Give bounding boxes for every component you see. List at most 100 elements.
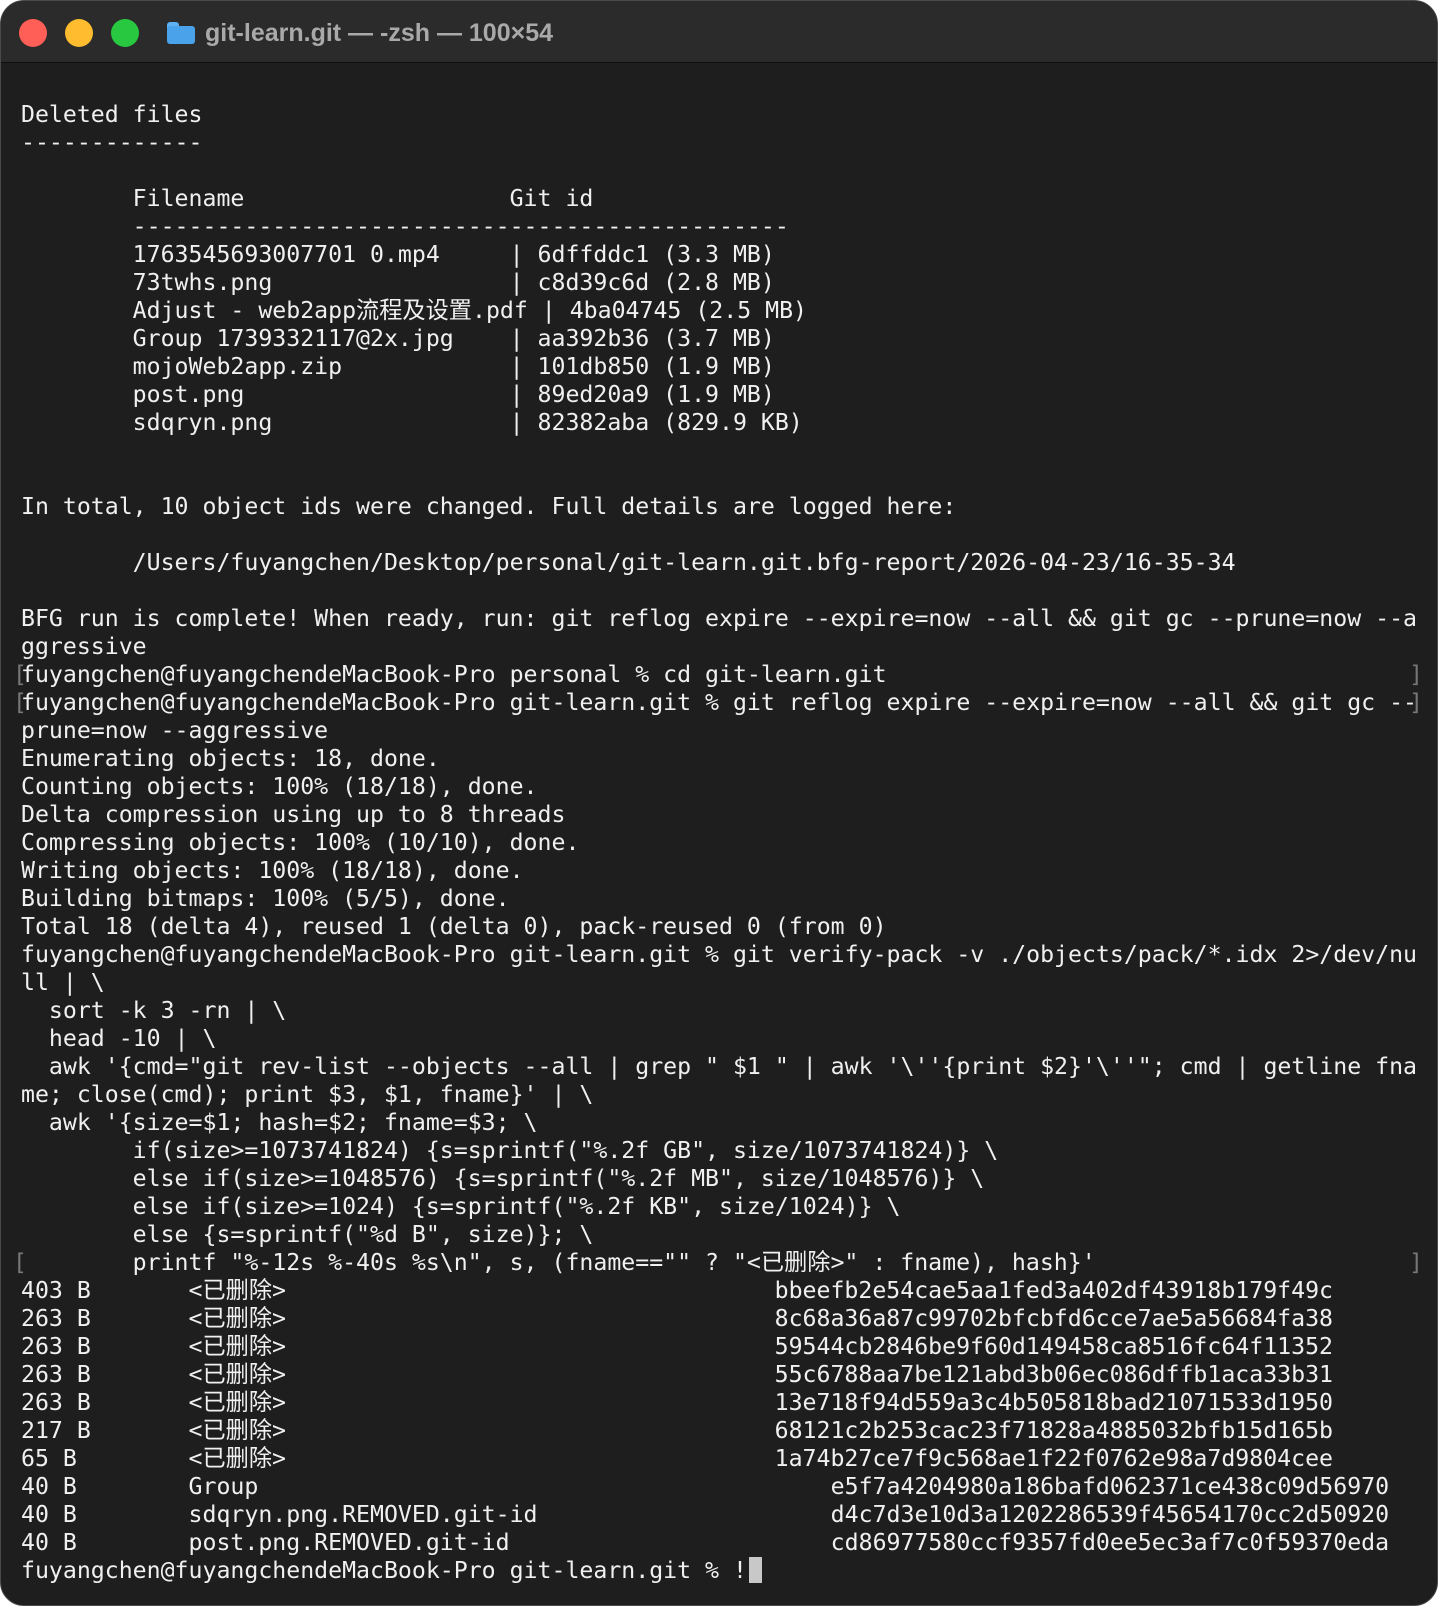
terminal-line: sdqryn.png | 82382aba (829.9 KB) <box>21 409 1423 437</box>
folder-icon <box>167 22 195 44</box>
terminal-output[interactable]: Deleted files ------------- Filename Git … <box>13 101 1423 1585</box>
terminal-line: Compressing objects: 100% (10/10), done. <box>21 829 1423 857</box>
terminal-line: 40 B post.png.REMOVED.git-id cd86977580c… <box>21 1529 1423 1557</box>
terminal-line-text: /Users/fuyangchen/Desktop/personal/git-l… <box>21 549 1236 576</box>
terminal-line-text: 40 B post.png.REMOVED.git-id cd86977580c… <box>21 1529 1390 1556</box>
terminal-line: fuyangchen@fuyangchendeMacBook-Pro git-l… <box>13 689 1423 717</box>
terminal-line-text: prune=now --aggressive <box>21 717 329 744</box>
terminal-line-text: BFG run is complete! When ready, run: gi… <box>21 605 1418 632</box>
terminal-line-text: Filename Git id <box>21 185 594 212</box>
terminal-line-text: 263 B <已删除> 8c68a36a87c99702bfcbfd6cce7a… <box>21 1305 1334 1332</box>
prompt-line[interactable]: fuyangchen@fuyangchendeMacBook-Pro git-l… <box>21 1557 1423 1585</box>
terminal-line-text: Deleted files <box>21 101 203 128</box>
terminal-line-text: Adjust - web2app流程及设置.pdf | 4ba04745 (2.… <box>21 297 808 324</box>
terminal-line-text: 1763545693007701 0.mp4 | 6dffddc1 (3.3 M… <box>21 241 775 268</box>
terminal-line-text: Compressing objects: 100% (10/10), done. <box>21 829 580 856</box>
terminal-line-text: sdqryn.png | 82382aba (829.9 KB) <box>21 409 803 436</box>
terminal-line-text: 65 B <已删除> 1a74b27ce7f9c568ae1f22f0762e9… <box>21 1445 1334 1472</box>
selection-bracket-left: [ <box>13 661 27 688</box>
terminal-line: head -10 | \ <box>21 1025 1423 1053</box>
terminal-line: awk '{cmd="git rev-list --objects --all … <box>21 1053 1423 1081</box>
terminal-line-text: In total, 10 object ids were changed. Fu… <box>21 493 957 520</box>
terminal-line-text: 73twhs.png | c8d39c6d (2.8 MB) <box>21 269 775 296</box>
terminal-line: 263 B <已删除> 59544cb2846be9f60d149458ca85… <box>21 1333 1423 1361</box>
terminal-line: /Users/fuyangchen/Desktop/personal/git-l… <box>21 549 1423 577</box>
terminal-line-text: fuyangchen@fuyangchendeMacBook-Pro git-l… <box>21 689 1418 716</box>
terminal-line-text: ------------- <box>21 129 203 156</box>
terminal-line-text: Group 1739332117@2x.jpg | aa392b36 (3.7 … <box>21 325 775 352</box>
terminal-line-text: else if(size>=1048576) {s=sprintf("%.2f … <box>21 1165 985 1192</box>
terminal-line-text: ll | \ <box>21 969 105 996</box>
terminal-line-text: ----------------------------------------… <box>21 213 789 240</box>
terminal-line: BFG run is complete! When ready, run: gi… <box>21 605 1423 633</box>
terminal-line: 263 B <已删除> 8c68a36a87c99702bfcbfd6cce7a… <box>21 1305 1423 1333</box>
terminal-line: prune=now --aggressive <box>21 717 1423 745</box>
terminal-line: Writing objects: 100% (18/18), done. <box>21 857 1423 885</box>
terminal-line-text: 40 B sdqryn.png.REMOVED.git-id d4c7d3e10… <box>21 1501 1390 1528</box>
title-bar[interactable]: git-learn.git — -zsh — 100×54 <box>1 1 1437 63</box>
close-button[interactable] <box>19 19 47 47</box>
terminal-line: me; close(cmd); print $3, $1, fname}' | … <box>21 1081 1423 1109</box>
terminal-line: else if(size>=1024) {s=sprintf("%.2f KB"… <box>21 1193 1423 1221</box>
text-cursor <box>748 1557 762 1583</box>
selection-bracket-left: [ <box>13 689 27 716</box>
terminal-line-text: else {s=sprintf("%d B", size)}; \ <box>21 1221 594 1248</box>
terminal-line: In total, 10 object ids were changed. Fu… <box>21 493 1423 521</box>
terminal-line-text: 40 B Group e5f7a4204980a186bafd062371ce4… <box>21 1473 1390 1500</box>
terminal-line: Group 1739332117@2x.jpg | aa392b36 (3.7 … <box>21 325 1423 353</box>
terminal-line: ------------- <box>21 129 1423 157</box>
terminal-line-text: 403 B <已删除> bbeefb2e54cae5aa1fed3a402df4… <box>21 1277 1334 1304</box>
selection-bracket-right: ] <box>1409 661 1423 688</box>
terminal-line-text: Counting objects: 100% (18/18), done. <box>21 773 538 800</box>
terminal-line: if(size>=1073741824) {s=sprintf("%.2f GB… <box>21 1137 1423 1165</box>
terminal-line: 217 B <已删除> 68121c2b253cac23f71828a48850… <box>21 1417 1423 1445</box>
minimize-button[interactable] <box>65 19 93 47</box>
terminal-line: 403 B <已删除> bbeefb2e54cae5aa1fed3a402df4… <box>21 1277 1423 1305</box>
terminal-line: else {s=sprintf("%d B", size)}; \ <box>21 1221 1423 1249</box>
terminal-line: Filename Git id <box>21 185 1423 213</box>
terminal-line: ----------------------------------------… <box>21 213 1423 241</box>
terminal-line: fuyangchen@fuyangchendeMacBook-Pro perso… <box>13 661 1423 689</box>
terminal-line: 73twhs.png | c8d39c6d (2.8 MB) <box>21 269 1423 297</box>
terminal-line: 1763545693007701 0.mp4 | 6dffddc1 (3.3 M… <box>21 241 1423 269</box>
terminal-line-text: Writing objects: 100% (18/18), done. <box>21 857 524 884</box>
terminal-line-text: 263 B <已删除> 55c6788aa7be121abd3b06ec086d… <box>21 1361 1334 1388</box>
terminal-line-text: mojoWeb2app.zip | 101db850 (1.9 MB) <box>21 353 775 380</box>
selection-bracket-right: ] <box>1409 1249 1423 1276</box>
terminal-line: 40 B sdqryn.png.REMOVED.git-id d4c7d3e10… <box>21 1501 1423 1529</box>
terminal-line: 40 B Group e5f7a4204980a186bafd062371ce4… <box>21 1473 1423 1501</box>
selection-bracket-right: ] <box>1409 689 1423 716</box>
maximize-button[interactable] <box>111 19 139 47</box>
terminal-line-text: me; close(cmd); print $3, $1, fname}' | … <box>21 1081 594 1108</box>
terminal-line-text: printf "%-12s %-40s %s\n", s, (fname==""… <box>21 1249 1096 1276</box>
terminal-line-text: awk '{cmd="git rev-list --objects --all … <box>21 1053 1418 1080</box>
terminal-line: Delta compression using up to 8 threads <box>21 801 1423 829</box>
terminal-line-text: head -10 | \ <box>21 1025 217 1052</box>
terminal-line-text: awk '{size=$1; hash=$2; fname=$3; \ <box>21 1109 538 1136</box>
terminal-line: Building bitmaps: 100% (5/5), done. <box>21 885 1423 913</box>
terminal-line-text: 217 B <已删除> 68121c2b253cac23f71828a48850… <box>21 1417 1334 1444</box>
prompt-text: fuyangchen@fuyangchendeMacBook-Pro git-l… <box>21 1557 747 1584</box>
terminal-line: ll | \ <box>21 969 1423 997</box>
terminal-line-text: fuyangchen@fuyangchendeMacBook-Pro git-l… <box>21 941 1418 968</box>
terminal-line-text: Total 18 (delta 4), reused 1 (delta 0), … <box>21 913 887 940</box>
terminal-line: awk '{size=$1; hash=$2; fname=$3; \ <box>21 1109 1423 1137</box>
window-title-group: git-learn.git — -zsh — 100×54 <box>167 16 553 50</box>
terminal-line: Enumerating objects: 18, done. <box>21 745 1423 773</box>
terminal-line: Deleted files <box>21 101 1423 129</box>
terminal-line: 65 B <已删除> 1a74b27ce7f9c568ae1f22f0762e9… <box>21 1445 1423 1473</box>
terminal-line-text: Delta compression using up to 8 threads <box>21 801 566 828</box>
terminal-line-text: if(size>=1073741824) {s=sprintf("%.2f GB… <box>21 1137 999 1164</box>
terminal-line-text: 263 B <已删除> 59544cb2846be9f60d149458ca85… <box>21 1333 1334 1360</box>
terminal-line-text: 263 B <已删除> 13e718f94d559a3c4b505818bad2… <box>21 1389 1334 1416</box>
window-title: git-learn.git — -zsh — 100×54 <box>205 18 554 47</box>
terminal-line: fuyangchen@fuyangchendeMacBook-Pro git-l… <box>21 941 1423 969</box>
terminal-line: mojoWeb2app.zip | 101db850 (1.9 MB) <box>21 353 1423 381</box>
terminal-window: git-learn.git — -zsh — 100×54 Deleted fi… <box>0 0 1438 1606</box>
terminal-line: 263 B <已删除> 13e718f94d559a3c4b505818bad2… <box>21 1389 1423 1417</box>
terminal-line-text: ggressive <box>21 633 147 660</box>
